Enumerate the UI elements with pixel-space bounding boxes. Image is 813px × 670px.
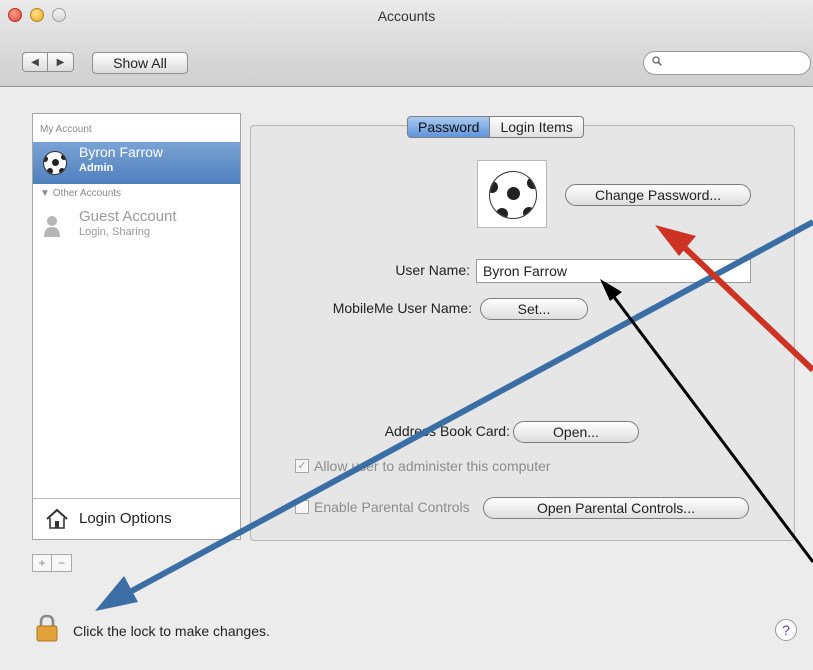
address-book-label: Address Book Card: — [384, 423, 510, 439]
login-options-item[interactable]: Login Options — [33, 498, 240, 539]
disclosure-triangle-icon[interactable]: ▼ — [40, 188, 50, 199]
accounts-pane: My Account Byron Farrow Admin ▼ Other Ac… — [0, 87, 813, 670]
my-account-header: My Account — [40, 124, 92, 135]
allow-admin-label: Allow user to administer this computer — [314, 458, 551, 474]
change-password-button[interactable]: Change Password... — [565, 184, 751, 206]
soccer-ball-icon — [489, 171, 537, 219]
login-options-label: Login Options — [79, 510, 172, 527]
allow-admin-checkbox[interactable]: ✓ Allow user to administer this computer — [295, 458, 551, 474]
soccer-ball-icon — [43, 151, 67, 175]
mobileme-set-button[interactable]: Set... — [480, 298, 588, 320]
open-parental-controls-button[interactable]: Open Parental Controls... — [483, 497, 749, 519]
triangle-right-icon: ▶ — [56, 56, 65, 68]
add-account-button[interactable]: + — [32, 554, 52, 572]
parental-controls-checkbox[interactable]: Enable Parental Controls — [295, 499, 470, 515]
mobileme-label: MobileMe User Name: — [332, 300, 472, 316]
remove-account-button[interactable]: − — [52, 554, 72, 572]
account-item-byron-farrow[interactable]: Byron Farrow Admin — [33, 142, 240, 184]
window-titlebar: Accounts ◀ ▶ Show All — [0, 0, 813, 87]
tab-login-items[interactable]: Login Items — [490, 116, 584, 138]
parental-controls-label: Enable Parental Controls — [314, 499, 470, 515]
user-picture-well[interactable] — [477, 160, 547, 228]
accounts-list: My Account Byron Farrow Admin ▼ Other Ac… — [32, 113, 241, 540]
window-title: Accounts — [377, 8, 436, 24]
user-name-field[interactable]: Byron Farrow — [476, 259, 751, 283]
account-role: Admin — [79, 162, 114, 174]
account-name: Byron Farrow — [79, 144, 164, 160]
user-name-label: User Name: — [395, 262, 470, 278]
search-field[interactable] — [643, 51, 811, 75]
show-all-button[interactable]: Show All — [92, 52, 188, 74]
help-button[interactable]: ? — [775, 619, 797, 641]
back-button[interactable]: ◀ — [22, 52, 48, 72]
account-item-guest[interactable]: Guest Account Login, Sharing — [33, 204, 240, 248]
checkmark-icon: ✓ — [295, 459, 309, 473]
tab-password[interactable]: Password — [407, 116, 491, 138]
address-book-open-button[interactable]: Open... — [513, 421, 639, 443]
tab-bar: Password Login Items — [407, 116, 584, 138]
account-detail: Login, Sharing — [79, 226, 150, 238]
magnifier-icon — [652, 56, 662, 66]
other-accounts-header: ▼ Other Accounts — [40, 188, 122, 199]
padlock-icon[interactable] — [35, 614, 59, 642]
lock-message: Click the lock to make changes. — [73, 623, 270, 639]
add-remove-group: + − — [32, 554, 72, 574]
house-icon — [46, 508, 68, 529]
silhouette-icon — [44, 216, 60, 237]
back-forward-group: ◀ ▶ — [22, 52, 74, 74]
forward-button[interactable]: ▶ — [48, 52, 74, 72]
account-name: Guest Account — [79, 208, 177, 225]
triangle-left-icon: ◀ — [31, 56, 39, 68]
